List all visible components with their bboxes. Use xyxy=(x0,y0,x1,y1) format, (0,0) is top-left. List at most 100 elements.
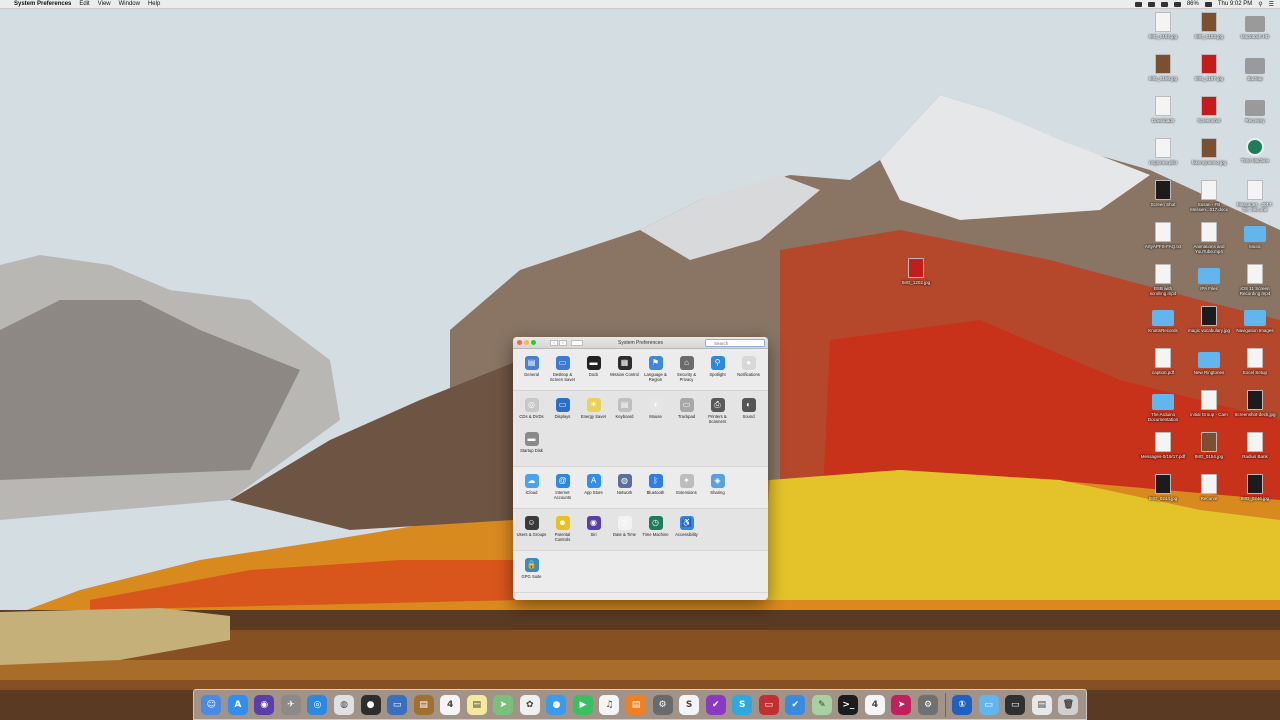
desktop-file[interactable]: IMG_0244.jpg xyxy=(1140,474,1186,501)
pref-pane-spotlight[interactable]: ⚲ Spotlight xyxy=(702,354,733,388)
pref-pane-time-machine[interactable]: ◷ Time Machine xyxy=(640,514,671,548)
messages-icon[interactable]: ● xyxy=(546,694,567,715)
zoom-button[interactable] xyxy=(531,340,536,345)
1password-icon[interactable]: ① xyxy=(952,694,973,715)
menu-window[interactable]: Window xyxy=(119,1,140,7)
finder-icon[interactable]: ☺ xyxy=(201,694,222,715)
desktop-file[interactable]: The Arduino Documentation xyxy=(1140,390,1186,422)
desktop-file[interactable]: Animations and YouTube.mp4 xyxy=(1186,222,1232,254)
omnifocus-icon[interactable]: ✔ xyxy=(705,694,726,715)
pref-pane-sharing[interactable]: ◈ Sharing xyxy=(702,472,733,506)
clock[interactable]: Thu 9:02 PM xyxy=(1218,1,1252,7)
desktop-file[interactable]: Messages - 2017-09...nes.one xyxy=(1232,180,1278,212)
desktop-file[interactable]: IMG_1202.jpg xyxy=(893,258,939,285)
documents-stack-icon[interactable]: ▤ xyxy=(1031,694,1052,715)
desktop-file[interactable]: Messages-0/19/17.pdf xyxy=(1140,432,1186,459)
launchpad-icon[interactable]: ✈ xyxy=(280,694,301,715)
pref-pane-sound[interactable]: ◐ Sound xyxy=(733,396,764,430)
downloads-folder-icon[interactable]: ▭ xyxy=(978,694,999,715)
maps-icon[interactable]: ➤ xyxy=(493,694,514,715)
desktop-file[interactable]: initial Group - Cam xyxy=(1186,390,1232,417)
slack-like-icon[interactable]: S xyxy=(679,694,700,715)
status-app-icon[interactable] xyxy=(1134,1,1142,7)
calendar-2-icon[interactable]: 4 xyxy=(864,694,885,715)
desktop-file[interactable]: fakemymemo.jpg xyxy=(1186,138,1232,165)
facetime-icon[interactable]: ▶ xyxy=(572,694,593,715)
desktop-file[interactable]: IMG_0246.jpg xyxy=(1232,474,1278,501)
pref-pane-dock[interactable]: ▬ Dock xyxy=(578,354,609,388)
desktop-file[interactable]: IMG_0193.jpg xyxy=(1186,12,1232,39)
desktop-file[interactable]: Navigation Images xyxy=(1232,306,1278,333)
pref-pane-gpg-suite[interactable]: 🔒 GPG Suite xyxy=(516,556,547,590)
pref-pane-keyboard[interactable]: ▤ Keyboard xyxy=(609,396,640,430)
system-preferences-icon[interactable]: ⚙ xyxy=(652,694,673,715)
terminal-icon[interactable]: >_ xyxy=(838,694,859,715)
safari-icon[interactable]: ◎ xyxy=(307,694,328,715)
desktop-file[interactable]: Macintosh HD xyxy=(1232,12,1278,39)
skype-icon[interactable]: S xyxy=(732,694,753,715)
desktop-file[interactable]: Screen Shot xyxy=(1140,180,1186,207)
desktop-file[interactable]: IMG_0196.jpg xyxy=(1140,54,1186,81)
desktop-file[interactable]: Radius Bank xyxy=(1232,432,1278,459)
pref-pane-extensions[interactable]: ✦ Extensions xyxy=(671,472,702,506)
things-icon[interactable]: ✔ xyxy=(785,694,806,715)
notes-brown-icon[interactable]: ▤ xyxy=(413,694,434,715)
desktop-file[interactable]: Screenshot-deck.jpg xyxy=(1232,390,1278,417)
menu-view[interactable]: View xyxy=(98,1,111,7)
desktop-file[interactable]: ArtyAPFS-FAQ.txt xyxy=(1140,222,1186,249)
siri-dock-icon[interactable]: ◉ xyxy=(254,694,275,715)
pref-pane-users[interactable]: ☺ Users & Groups xyxy=(516,514,547,548)
search-input[interactable] xyxy=(705,339,765,347)
pref-pane-parental[interactable]: ☻ Parental Controls xyxy=(547,514,578,548)
desktop-file[interactable]: IMG_0197.jpg xyxy=(1186,54,1232,81)
photos-icon[interactable]: ✿ xyxy=(519,694,540,715)
minimize-button[interactable] xyxy=(524,340,529,345)
desktop-file[interactable]: New Ringtones xyxy=(1186,348,1232,375)
close-button[interactable] xyxy=(517,340,522,345)
wifi-icon[interactable] xyxy=(1160,1,1168,7)
pref-pane-notifications[interactable]: ● Notifications xyxy=(733,354,764,388)
desktop-file[interactable]: IMG_0192.jpg xyxy=(1140,12,1186,39)
status-app-icon[interactable] xyxy=(1147,1,1155,7)
pref-pane-accessibility[interactable]: ♿ Accessibility xyxy=(671,514,702,548)
pref-pane-mouse[interactable]: ◖ Mouse xyxy=(640,396,671,430)
pref-pane-trackpad[interactable]: ▭ Trackpad xyxy=(671,396,702,430)
desktop-file[interactable]: BSB with scrolling.mp4 xyxy=(1140,264,1186,296)
volume-icon[interactable] xyxy=(1173,1,1181,7)
desktop-file[interactable]: Excel Setup xyxy=(1232,348,1278,375)
pref-pane-network[interactable]: ◍ Network xyxy=(609,472,640,506)
desktop-file[interactable]: Recurve xyxy=(1186,474,1232,501)
desktop-file[interactable]: KnottsRecords xyxy=(1140,306,1186,333)
desktop-file[interactable]: Screenshot xyxy=(1186,96,1232,123)
forward-button[interactable]: › xyxy=(559,339,567,346)
pref-pane-security[interactable]: ⌂ Security & Privacy xyxy=(671,354,702,388)
itunes-icon[interactable]: ♫ xyxy=(599,694,620,715)
screenshots-stack-icon[interactable]: ▭ xyxy=(1005,694,1026,715)
ibooks-icon[interactable]: ▤ xyxy=(626,694,647,715)
pref-pane-energy[interactable]: ☀ Energy Saver xyxy=(578,396,609,430)
pref-pane-icloud[interactable]: ☁ iCloud xyxy=(516,472,547,506)
menu-help[interactable]: Help xyxy=(148,1,160,7)
pref-pane-date-time[interactable]: ◷ Date & Time xyxy=(609,514,640,548)
pref-pane-language[interactable]: ⚑ Language & Region xyxy=(640,354,671,388)
menu-edit[interactable]: Edit xyxy=(79,1,89,7)
notes-icon[interactable]: ▤ xyxy=(466,694,487,715)
desktop-file[interactable]: Music xyxy=(1232,222,1278,249)
desktop-file[interactable]: Downloads xyxy=(1140,96,1186,123)
desktop-file[interactable]: IMG_0154.jpg xyxy=(1186,432,1232,459)
pref-pane-mission-control[interactable]: ▦ Mission Control xyxy=(609,354,640,388)
desktop-file[interactable]: Recovery xyxy=(1232,96,1278,123)
menu-app-name[interactable]: System Preferences xyxy=(14,1,71,7)
trash-icon[interactable]: 🗑 xyxy=(1058,694,1079,715)
desktop-file[interactable]: caption.pdf xyxy=(1140,348,1186,375)
automator-icon[interactable]: ⚙ xyxy=(918,694,939,715)
pref-pane-internet-accounts[interactable]: @ Internet Accounts xyxy=(547,472,578,506)
pref-pane-printer[interactable]: ⎙ Printers & Scanners xyxy=(702,396,733,430)
pref-pane-cd[interactable]: ◎ CDs & DVDs xyxy=(516,396,547,430)
screenshot-app-icon[interactable]: ▭ xyxy=(758,694,779,715)
desktop-file[interactable]: Susan - FB Messen...017.docx xyxy=(1186,180,1232,212)
pref-pane-displays[interactable]: ▭ Displays xyxy=(547,396,578,430)
notification-center-icon[interactable]: ☰ xyxy=(1269,1,1274,8)
desktop-file[interactable]: Time Machine xyxy=(1232,138,1278,163)
pref-pane-bluetooth[interactable]: ᛒ Bluetooth xyxy=(640,472,671,506)
